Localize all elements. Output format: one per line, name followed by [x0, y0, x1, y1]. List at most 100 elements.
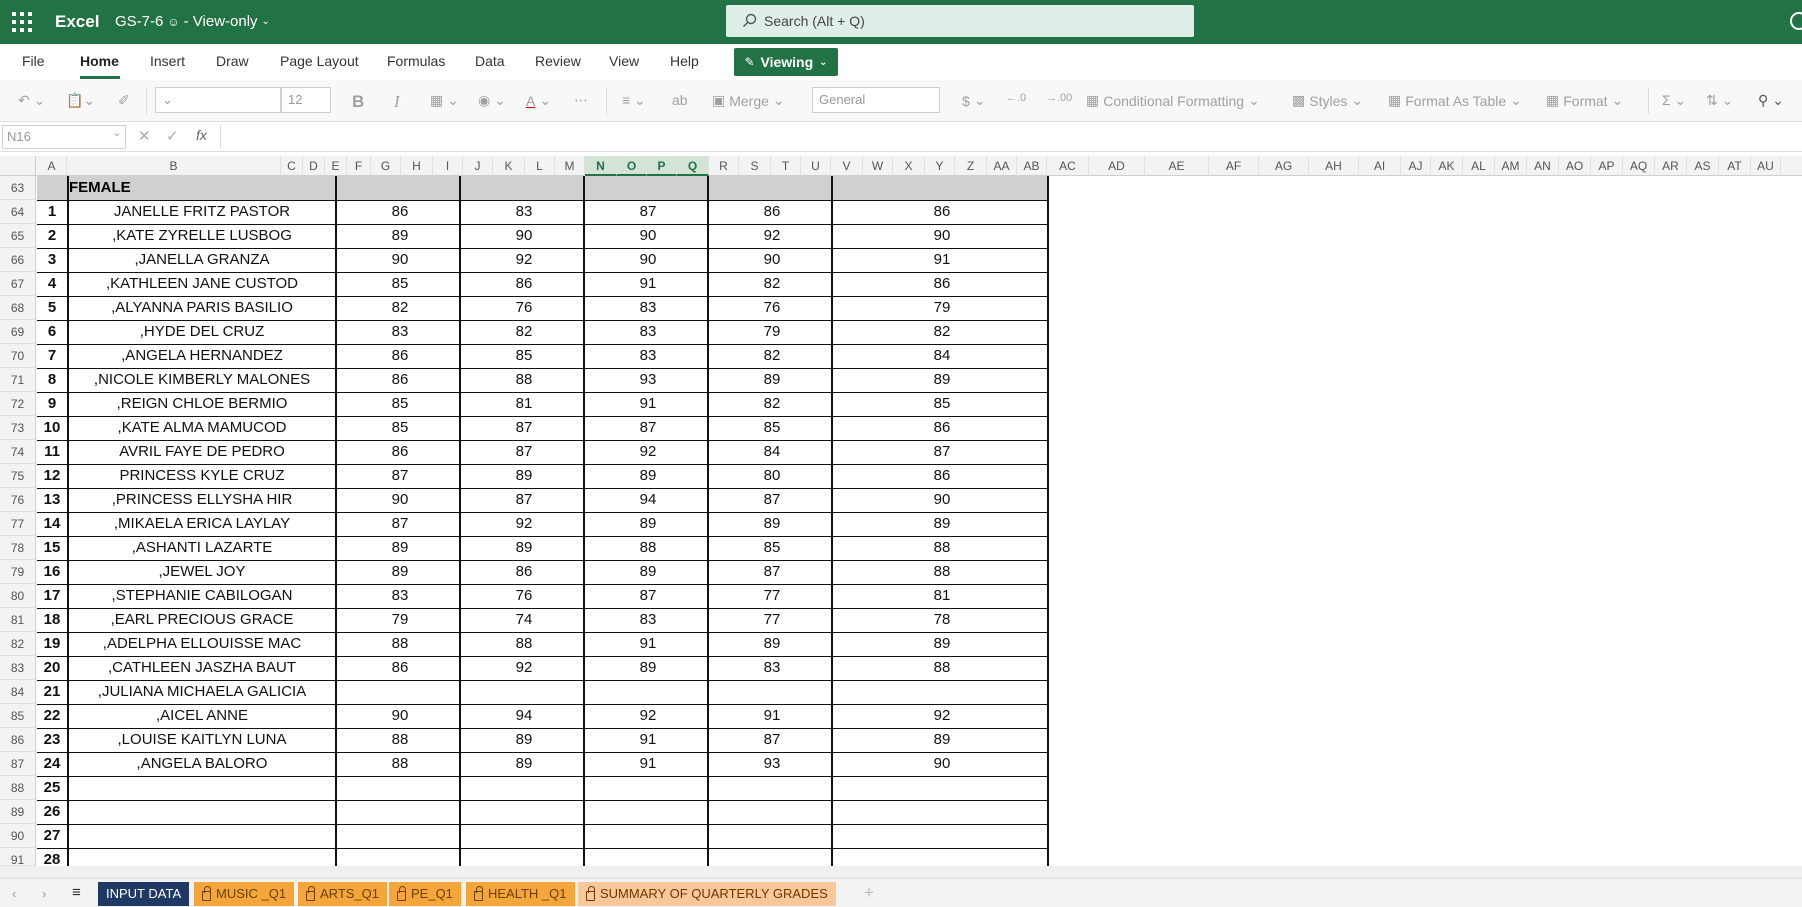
table-row[interactable]: 11 AVRIL FAYE DE PEDRO 86 87 92 84 87: [37, 440, 1049, 464]
tab-insert[interactable]: Insert: [150, 53, 185, 69]
search-box[interactable]: Search (Alt + Q): [726, 5, 1194, 37]
column-header[interactable]: AJ: [1401, 156, 1431, 176]
column-header[interactable]: P: [647, 156, 677, 176]
format-as-table-button[interactable]: ▦ Format As Table ⌄: [1388, 92, 1522, 109]
column-header[interactable]: K: [493, 156, 525, 176]
table-row[interactable]: 13 ,PRINCESS ELLYSHA HIR 90 87 94 87 90: [37, 488, 1049, 512]
column-header[interactable]: AC: [1047, 156, 1089, 176]
tab-help[interactable]: Help: [670, 53, 699, 69]
row-header[interactable]: 82: [0, 632, 36, 656]
column-header[interactable]: AE: [1145, 156, 1209, 176]
table-row[interactable]: 5 ,ALYANNA PARIS BASILIO 82 76 83 76 79: [37, 296, 1049, 320]
column-header[interactable]: AO: [1559, 156, 1591, 176]
paste-icon[interactable]: 📋⌄: [66, 92, 95, 109]
column-header[interactable]: S: [739, 156, 771, 176]
column-header[interactable]: J: [463, 156, 493, 176]
column-header[interactable]: F: [347, 156, 371, 176]
column-header[interactable]: A: [37, 156, 67, 176]
conditional-formatting-button[interactable]: ▦ Conditional Formatting ⌄: [1086, 92, 1260, 109]
currency-button[interactable]: $ ⌄: [962, 92, 986, 109]
viewing-mode-button[interactable]: ✎ Viewing ⌄: [734, 48, 838, 76]
wrap-text-icon[interactable]: ab: [672, 92, 688, 108]
column-header[interactable]: B: [67, 156, 281, 176]
column-header[interactable]: L: [525, 156, 555, 176]
column-header[interactable]: AL: [1463, 156, 1495, 176]
row-header[interactable]: 74: [0, 440, 36, 464]
table-row[interactable]: 24 ,ANGELA BALORO 88 89 91 93 90: [37, 752, 1049, 776]
font-size-select[interactable]: 12: [281, 87, 331, 113]
column-header[interactable]: W: [863, 156, 893, 176]
tab-file[interactable]: File: [22, 53, 45, 69]
settings-icon[interactable]: [1790, 12, 1802, 30]
table-row[interactable]: 4 ,KATHLEEN JANE CUSTOD 85 86 91 82 86: [37, 272, 1049, 296]
increase-decimal-icon[interactable]: →.00: [1046, 92, 1072, 104]
column-header[interactable]: G: [371, 156, 401, 176]
column-header[interactable]: I: [433, 156, 463, 176]
row-header[interactable]: 64: [0, 200, 36, 224]
column-header[interactable]: AB: [1017, 156, 1047, 176]
column-header[interactable]: AU: [1751, 156, 1781, 176]
column-header[interactable]: Y: [925, 156, 955, 176]
row-header[interactable]: 86: [0, 728, 36, 752]
row-header[interactable]: 68: [0, 296, 36, 320]
table-row[interactable]: 20 ,CATHLEEN JASZHA BAUT 86 92 89 83 88: [37, 656, 1049, 680]
tab-view[interactable]: View: [609, 53, 639, 69]
horizontal-scrollbar[interactable]: [0, 866, 1802, 878]
table-row[interactable]: 28: [37, 848, 1049, 866]
column-header[interactable]: O: [617, 156, 647, 176]
row-header[interactable]: 72: [0, 392, 36, 416]
column-header[interactable]: AK: [1431, 156, 1463, 176]
column-header[interactable]: AT: [1719, 156, 1751, 176]
name-box[interactable]: N16 ⌄: [2, 125, 126, 149]
column-header[interactable]: AM: [1495, 156, 1527, 176]
row-header[interactable]: 85: [0, 704, 36, 728]
row-header[interactable]: 63: [0, 176, 36, 200]
table-row[interactable]: 23 ,LOUISE KAITLYN LUNA 88 89 91 87 89: [37, 728, 1049, 752]
row-header[interactable]: 88: [0, 776, 36, 800]
add-sheet-icon[interactable]: +: [864, 883, 874, 903]
table-row[interactable]: 12 PRINCESS KYLE CRUZ 87 89 89 80 86: [37, 464, 1049, 488]
align-icon[interactable]: ≡ ⌄: [622, 92, 646, 109]
insert-function-icon[interactable]: fx: [196, 127, 207, 143]
row-header[interactable]: 81: [0, 608, 36, 632]
formula-input[interactable]: [220, 125, 1802, 149]
column-header[interactable]: AS: [1687, 156, 1719, 176]
all-sheets-menu-icon[interactable]: ≡: [72, 884, 81, 901]
sheet-tab[interactable]: ARTS_Q1: [298, 882, 388, 906]
font-color-icon[interactable]: A ⌄: [526, 92, 551, 109]
tab-formulas[interactable]: Formulas: [387, 53, 445, 69]
select-all-corner[interactable]: [0, 156, 36, 176]
table-row[interactable]: 18 ,EARL PRECIOUS GRACE 79 74 83 77 78: [37, 608, 1049, 632]
sheet-tab[interactable]: HEALTH _Q1: [466, 882, 575, 906]
column-header[interactable]: E: [325, 156, 347, 176]
font-name-select[interactable]: ⌄: [155, 87, 281, 113]
column-header[interactable]: AI: [1359, 156, 1401, 176]
merge-button[interactable]: ▣ Merge ⌄: [712, 92, 785, 109]
next-sheet-icon[interactable]: ›: [42, 886, 46, 901]
confirm-icon[interactable]: ✓: [166, 127, 179, 145]
row-header[interactable]: 69: [0, 320, 36, 344]
row-header[interactable]: 66: [0, 248, 36, 272]
tab-data[interactable]: Data: [475, 53, 505, 69]
tab-draw[interactable]: Draw: [216, 53, 249, 69]
sheet-tab[interactable]: MUSIC _Q1: [194, 882, 295, 906]
decrease-decimal-icon[interactable]: ←.0: [1006, 92, 1026, 104]
column-header[interactable]: AQ: [1623, 156, 1655, 176]
bold-button[interactable]: B: [352, 92, 364, 112]
document-title[interactable]: GS-7-6 ☺ - View-only ⌄: [115, 13, 270, 30]
borders-icon[interactable]: ▦ ⌄: [430, 92, 459, 109]
table-row[interactable]: 1 JANELLE FRITZ PASTOR 86 83 87 86 86: [37, 200, 1049, 224]
styles-button[interactable]: ▩ Styles ⌄: [1292, 92, 1363, 109]
row-header[interactable]: 73: [0, 416, 36, 440]
row-header[interactable]: 75: [0, 464, 36, 488]
row-header[interactable]: 70: [0, 344, 36, 368]
row-header[interactable]: 79: [0, 560, 36, 584]
table-row[interactable]: 27: [37, 824, 1049, 848]
row-header[interactable]: 89: [0, 800, 36, 824]
table-row[interactable]: 15 ,ASHANTI LAZARTE 89 89 88 85 88: [37, 536, 1049, 560]
column-header[interactable]: T: [771, 156, 801, 176]
table-row[interactable]: 10 ,KATE ALMA MAMUCOD 85 87 87 85 86: [37, 416, 1049, 440]
italic-button[interactable]: I: [394, 92, 400, 112]
table-row[interactable]: 17 ,STEPHANIE CABILOGAN 83 76 87 77 81: [37, 584, 1049, 608]
sheet-tab[interactable]: PE_Q1: [389, 882, 461, 906]
